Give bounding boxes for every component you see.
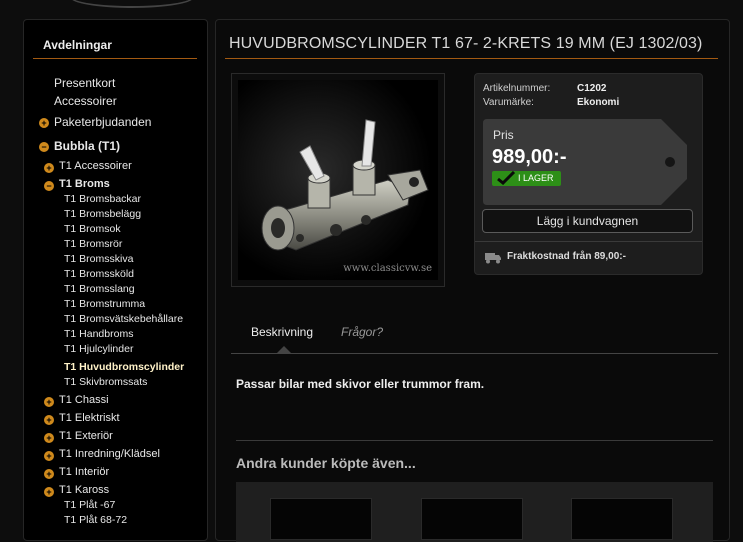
sidebar-item[interactable]: T1 Skivbromssats [64, 376, 147, 388]
sidebar-item[interactable]: T1 Bromsbackar [64, 193, 141, 205]
related-product-thumbnail[interactable] [421, 498, 523, 540]
tab-questions[interactable]: Frågor? [341, 325, 383, 339]
sidebar-item[interactable]: T1 Bromssköld [64, 268, 134, 280]
sidebar-item[interactable]: Presentkort [54, 76, 115, 90]
expand-icon[interactable]: + [44, 433, 54, 443]
article-label: Artikelnummer: [483, 83, 551, 94]
page-title: HUVUDBROMSCYLINDER T1 67- 2-KRETS 19 MM … [229, 35, 703, 52]
sidebar-item[interactable]: T1 Inredning/Klädsel [59, 448, 160, 460]
brake-cylinder-illustration [261, 119, 429, 251]
sidebar-item[interactable]: T1 Interiör [59, 466, 109, 478]
sidebar-item[interactable]: T1 Bromsrör [64, 238, 122, 250]
sidebar-item[interactable]: T1 Plåt -67 [64, 499, 115, 511]
sidebar-item[interactable]: T1 Bromsbelägg [64, 208, 141, 220]
add-to-cart-button[interactable]: Lägg i kundvagnen [482, 209, 693, 233]
sidebar-item[interactable]: T1 Accessoirer [59, 160, 132, 172]
sidebar-item[interactable]: T1 Kaross [59, 484, 109, 496]
sidebar-item[interactable]: T1 Bromsskiva [64, 253, 133, 265]
product-image[interactable]: www.classicvw.se [238, 80, 438, 280]
sidebar-item[interactable]: T1 Exteriör [59, 430, 113, 442]
sidebar-title: Avdelningar [43, 38, 112, 52]
expand-icon[interactable]: + [44, 451, 54, 461]
info-divider [475, 241, 702, 242]
stock-badge: I LAGER [492, 171, 561, 186]
sidebar-item[interactable]: T1 Bromsvätskebehållare [64, 313, 183, 325]
section-divider [236, 440, 713, 441]
sidebar-item[interactable]: T1 Plåt 68-72 [64, 514, 127, 526]
brand-label: Varumärke: [483, 97, 534, 108]
sidebar-item[interactable]: Paketerbjudanden [54, 115, 151, 129]
sidebar-item[interactable]: T1 Handbroms [64, 328, 133, 340]
sidebar-item[interactable]: T1 Broms [59, 178, 110, 190]
related-products-heading: Andra kunder köpte även... [236, 455, 416, 471]
sidebar-item[interactable]: T1 Huvudbromscylinder [64, 361, 184, 373]
sidebar-item[interactable]: T1 Bromsslang [64, 283, 135, 295]
checkmark-icon [497, 171, 516, 185]
product-price: 989,00:- [492, 146, 567, 168]
product-image-frame[interactable]: www.classicvw.se [231, 73, 445, 287]
sidebar-item[interactable]: Bubbla (T1) [54, 139, 120, 153]
expand-icon[interactable]: + [39, 118, 49, 128]
title-divider [225, 58, 718, 59]
expand-icon[interactable]: + [44, 469, 54, 479]
shipping-cost: Fraktkostnad från 89,00:- [507, 251, 626, 262]
sidebar-divider [33, 58, 197, 59]
tab-divider [231, 353, 718, 354]
category-sidebar: Avdelningar Presentkort Accessoirer Pakete… [23, 19, 208, 541]
expand-icon[interactable]: + [44, 415, 54, 425]
header-decoration [70, 0, 194, 8]
tab-description[interactable]: Beskrivning [251, 325, 313, 339]
sidebar-item[interactable]: T1 Bromsok [64, 223, 121, 235]
product-info-box: Artikelnummer: C1202 Varumärke: Ekonomi … [474, 73, 703, 275]
expand-icon[interactable]: + [44, 487, 54, 497]
product-description: Passar bilar med skivor eller trummor fr… [236, 377, 485, 391]
collapse-icon[interactable]: − [44, 181, 54, 191]
related-product-thumbnail[interactable] [270, 498, 372, 540]
sidebar-item[interactable]: T1 Chassi [59, 394, 109, 406]
sidebar-item[interactable]: Accessoirer [54, 94, 117, 108]
product-panel: HUVUDBROMSCYLINDER T1 67- 2-KRETS 19 MM … [215, 19, 730, 542]
sidebar-item[interactable]: T1 Hjulcylinder [64, 343, 133, 355]
active-tab-indicator [277, 346, 291, 353]
article-number: C1202 [577, 83, 607, 94]
collapse-icon[interactable]: − [39, 142, 49, 152]
truck-icon [485, 253, 501, 264]
expand-icon[interactable]: + [44, 163, 54, 173]
brand-value: Ekonomi [577, 97, 620, 108]
expand-icon[interactable]: + [44, 397, 54, 407]
image-watermark: www.classicvw.se [343, 263, 432, 274]
related-product-thumbnail[interactable] [571, 498, 673, 540]
stock-label: I LAGER [518, 173, 554, 183]
sidebar-item[interactable]: T1 Elektriskt [59, 412, 120, 424]
price-label: Pris [493, 128, 514, 142]
sidebar-item[interactable]: T1 Bromstrumma [64, 298, 145, 310]
